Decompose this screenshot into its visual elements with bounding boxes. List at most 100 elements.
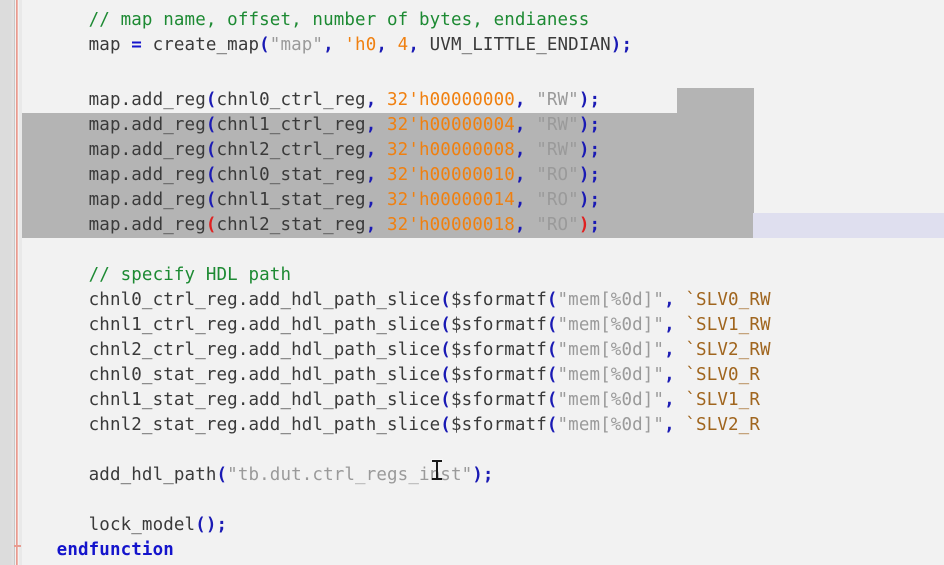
- code-token-punc: ,: [376, 35, 388, 55]
- code-token-id: chnl0_stat_reg: [216, 165, 366, 185]
- code-token-str: "mem[%0d]": [557, 315, 665, 335]
- code-line[interactable]: [0, 438, 3, 463]
- code-lines-container[interactable]: // map name, offset, number of bytes, en…: [0, 0, 944, 565]
- code-token-id: map.add_reg: [3, 190, 206, 210]
- code-token-punc-red: ): [578, 215, 590, 235]
- code-token-macro: `SLV1_RW: [685, 315, 771, 335]
- code-token-punc: ,: [365, 165, 377, 185]
- code-token-id: [387, 35, 398, 55]
- code-token-punc: ,: [664, 315, 675, 335]
- code-token-str: "mem[%0d]": [557, 290, 665, 310]
- code-line[interactable]: chnl0_stat_reg.add_hdl_path_slice($sform…: [0, 363, 760, 388]
- code-token-punc: (: [546, 390, 558, 410]
- code-token-id: [3, 540, 56, 560]
- code-token-id: create_map: [141, 35, 260, 55]
- code-token-punc: (: [216, 465, 228, 485]
- code-token-id: [376, 90, 387, 110]
- code-token-id: map: [3, 35, 132, 55]
- code-token-punc: ,: [365, 190, 377, 210]
- code-token-str: "mem[%0d]": [557, 415, 665, 435]
- code-token-str: "mem[%0d]": [557, 340, 665, 360]
- code-token-str: "map": [269, 35, 324, 55]
- code-token-macro: `SLV1_R: [685, 390, 760, 410]
- code-token-num: 32'h00000000: [387, 90, 515, 110]
- code-token-cmt: // specify HDL path: [88, 265, 292, 285]
- code-token-id: $sformatf: [450, 390, 547, 410]
- code-token-punc: ,: [365, 115, 377, 135]
- code-token-punc: ,: [408, 35, 419, 55]
- code-token-id: $sformatf: [450, 290, 547, 310]
- code-token-punc: (: [546, 290, 558, 310]
- code-line[interactable]: map = create_map("map", 'h0, 4, UVM_LITT…: [0, 33, 632, 58]
- code-token-id: [675, 315, 686, 335]
- code-token-punc: (: [205, 190, 217, 210]
- code-line[interactable]: chnl0_ctrl_reg.add_hdl_path_slice($sform…: [0, 288, 771, 313]
- code-line[interactable]: add_hdl_path("tb.dut.ctrl_regs_inst");: [0, 463, 494, 488]
- code-token-id: $sformatf: [450, 365, 547, 385]
- code-token-id: [334, 35, 345, 55]
- code-editor-surface[interactable]: // map name, offset, number of bytes, en…: [0, 0, 944, 565]
- code-token-id: map.add_reg: [3, 90, 206, 110]
- code-line[interactable]: endfunction: [0, 538, 174, 563]
- code-token-num: 32'h00000008: [387, 140, 515, 160]
- code-line[interactable]: map.add_reg(chnl2_stat_reg, 32'h00000018…: [0, 213, 600, 238]
- code-token-id: chnl1_stat_reg.add_hdl_path_slice: [3, 390, 441, 410]
- code-line[interactable]: [0, 238, 3, 263]
- code-token-id: [376, 140, 387, 160]
- code-token-id: $sformatf: [450, 340, 547, 360]
- code-token-id: chnl0_ctrl_reg: [216, 90, 366, 110]
- code-token-punc: (: [440, 340, 451, 360]
- code-token-punc: ;: [589, 215, 601, 235]
- code-token-macro: `SLV0_RW: [685, 290, 771, 310]
- code-token-id: [3, 265, 88, 285]
- code-token-punc: ,: [365, 140, 377, 160]
- code-token-num: 32'h00000010: [387, 165, 515, 185]
- code-token-str: "RW": [536, 115, 579, 135]
- code-line[interactable]: chnl2_stat_reg.add_hdl_path_slice($sform…: [0, 413, 760, 438]
- code-line[interactable]: chnl2_ctrl_reg.add_hdl_path_slice($sform…: [0, 338, 771, 363]
- code-token-str: "RW": [536, 140, 579, 160]
- code-token-str: "tb.dut.ctrl_regs_inst": [227, 465, 473, 485]
- code-token-punc: ,: [664, 415, 675, 435]
- code-line[interactable]: map.add_reg(chnl1_stat_reg, 32'h00000014…: [0, 188, 600, 213]
- code-line[interactable]: chnl1_stat_reg.add_hdl_path_slice($sform…: [0, 388, 760, 413]
- code-token-punc: ,: [664, 290, 675, 310]
- code-token-str: "RO": [536, 215, 579, 235]
- code-token-id: [526, 190, 537, 210]
- code-line[interactable]: lock_model();: [0, 513, 227, 538]
- code-line[interactable]: // map name, offset, number of bytes, en…: [0, 8, 590, 33]
- code-token-punc: (: [546, 365, 558, 385]
- code-token-id: add_hdl_path: [3, 465, 217, 485]
- code-token-id: map.add_reg: [3, 140, 206, 160]
- code-token-num: 32'h00000014: [387, 190, 515, 210]
- code-line[interactable]: [0, 488, 3, 513]
- code-token-punc: );: [472, 465, 494, 485]
- code-line[interactable]: map.add_reg(chnl0_ctrl_reg, 32'h00000000…: [0, 88, 600, 113]
- code-line[interactable]: map.add_reg(chnl2_ctrl_reg, 32'h00000008…: [0, 138, 600, 163]
- selection-rect: [677, 88, 754, 113]
- code-token-cmt: // map name, offset, number of bytes, en…: [88, 10, 590, 30]
- code-token-macro: `SLV2_R: [685, 415, 760, 435]
- code-token-punc: (: [440, 390, 451, 410]
- code-token-punc: );: [578, 165, 601, 185]
- code-token-punc: (: [546, 415, 558, 435]
- code-token-punc: );: [610, 35, 633, 55]
- code-token-id: [675, 390, 686, 410]
- code-line[interactable]: // specify HDL path: [0, 263, 291, 288]
- code-line[interactable]: map.add_reg(chnl0_stat_reg, 32'h00000010…: [0, 163, 600, 188]
- code-token-id: [376, 165, 387, 185]
- code-line[interactable]: chnl1_ctrl_reg.add_hdl_path_slice($sform…: [0, 313, 771, 338]
- code-line[interactable]: [0, 58, 3, 83]
- code-token-id: chnl2_ctrl_reg: [216, 140, 366, 160]
- code-token-id: [3, 10, 88, 30]
- code-token-punc: (: [205, 90, 217, 110]
- code-token-id: [376, 215, 387, 235]
- code-token-punc: ,: [664, 340, 675, 360]
- code-token-punc: ,: [514, 215, 526, 235]
- code-token-punc: ,: [514, 140, 526, 160]
- code-token-str: "mem[%0d]": [557, 365, 665, 385]
- code-line[interactable]: map.add_reg(chnl1_ctrl_reg, 32'h00000004…: [0, 113, 600, 138]
- code-token-id: lock_model: [3, 515, 196, 535]
- code-token-id: [526, 215, 537, 235]
- code-token-id: [675, 290, 686, 310]
